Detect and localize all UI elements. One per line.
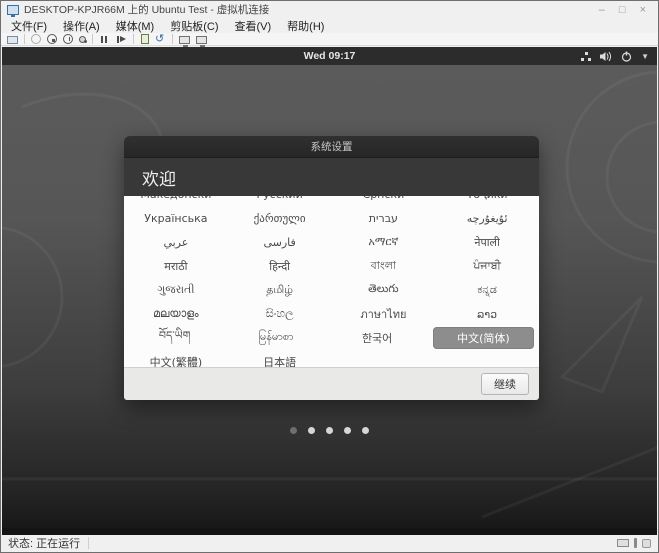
- language-option[interactable]: မြန်မာစာ: [225, 326, 326, 350]
- gnome-top-bar: Wed 09:17 ▼: [2, 47, 657, 65]
- dialog-titlebar[interactable]: 系统设置: [124, 136, 539, 158]
- language-option[interactable]: 中文(繁體): [124, 350, 228, 367]
- revert-icon[interactable]: ↺: [155, 34, 166, 45]
- language-option[interactable]: ئۇيغۇرچە: [435, 206, 539, 230]
- dialog-title: 系统设置: [311, 139, 353, 154]
- language-option[interactable]: བོད་ཡིག: [124, 326, 225, 350]
- minimize-button[interactable]: –: [599, 4, 605, 16]
- language-option[interactable]: [435, 350, 539, 367]
- pager-dot[interactable]: [326, 427, 333, 434]
- language-option[interactable]: Тоҷикӣ: [435, 196, 539, 206]
- network-icon: [581, 52, 591, 61]
- dialog-footer: 继续: [124, 367, 539, 400]
- language-option[interactable]: தமிழ்: [228, 278, 332, 302]
- menu-bar: 文件(F) 操作(A) 媒体(M) 剪贴板(C) 查看(V) 帮助(H): [1, 18, 658, 33]
- toolbar-separator: [92, 34, 93, 44]
- hyperv-vm-window: DESKTOP-KPJR66M 上的 Ubuntu Test - 虚拟机连接 –…: [0, 0, 659, 553]
- page-title: 欢迎: [142, 165, 176, 190]
- start-icon[interactable]: [31, 34, 41, 44]
- share-icon[interactable]: [196, 36, 207, 44]
- pager-dot[interactable]: [290, 427, 297, 434]
- pager-dot[interactable]: [308, 427, 315, 434]
- menu-file[interactable]: 文件(F): [11, 18, 47, 34]
- display-status-icon: [617, 539, 629, 547]
- shut-down-icon[interactable]: [63, 34, 73, 44]
- language-list-viewport[interactable]: Македонски Русский Српски Тоҷикӣ Українс…: [124, 196, 539, 367]
- language-row: Македонски Русский Српски Тоҷикӣ: [124, 196, 539, 206]
- language-row: 中文(繁體) 日本語: [124, 350, 539, 367]
- close-button[interactable]: ×: [640, 4, 646, 16]
- language-option[interactable]: ภาษาไทย: [332, 302, 436, 326]
- menu-clipboard[interactable]: 剪贴板(C): [170, 18, 218, 34]
- usb-status-icon: [634, 538, 637, 548]
- language-option[interactable]: [332, 350, 436, 367]
- menu-media[interactable]: 媒体(M): [116, 18, 155, 34]
- language-option[interactable]: हिन्दी: [228, 254, 332, 278]
- clock[interactable]: Wed 09:17: [304, 50, 356, 62]
- language-row: ગુજરાતી தமிழ் తెలుగు ಕನ್ನಡ: [124, 278, 539, 302]
- menu-help[interactable]: 帮助(H): [287, 18, 324, 34]
- language-row: عربي فارسی አማርኛ नेपाली: [124, 230, 539, 254]
- language-option[interactable]: Српски: [332, 196, 436, 206]
- pager-dot[interactable]: [344, 427, 351, 434]
- language-option[interactable]: አማርኛ: [332, 230, 436, 254]
- ctrl-alt-del-icon[interactable]: [7, 36, 18, 44]
- status-separator: [88, 537, 89, 549]
- window-title: DESKTOP-KPJR66M 上的 Ubuntu Test - 虚拟机连接: [24, 2, 599, 17]
- language-option[interactable]: Українська: [124, 206, 228, 230]
- vm-toolbar: ↺: [1, 33, 658, 46]
- language-option[interactable]: ಕನ್ನಡ: [435, 278, 539, 302]
- language-option[interactable]: فارسی: [228, 230, 332, 254]
- continue-button[interactable]: 继续: [481, 373, 529, 395]
- language-option-selected[interactable]: 中文(简体): [433, 327, 534, 349]
- chevron-down-icon: ▼: [641, 52, 649, 61]
- vmconnect-app-icon: [7, 5, 19, 15]
- system-status-area[interactable]: ▼: [581, 47, 649, 65]
- language-option[interactable]: मराठी: [124, 254, 228, 278]
- power-icon: [621, 51, 632, 62]
- reset-icon[interactable]: [116, 34, 127, 45]
- window-titlebar: DESKTOP-KPJR66M 上的 Ubuntu Test - 虚拟机连接 –…: [1, 1, 658, 18]
- language-option[interactable]: ਪੰਜਾਬੀ: [435, 254, 539, 278]
- maximize-button[interactable]: □: [619, 4, 626, 16]
- save-icon[interactable]: [79, 36, 86, 43]
- toolbar-separator: [24, 34, 25, 44]
- toolbar-separator: [133, 34, 134, 44]
- language-option[interactable]: नेपाली: [435, 230, 539, 254]
- language-option[interactable]: Македонски: [124, 196, 228, 206]
- status-bar: 状态: 正在运行: [2, 535, 657, 551]
- language-option[interactable]: తెలుగు: [332, 278, 436, 302]
- toolbar-separator: [172, 34, 173, 44]
- language-row: मराठी हिन्दी বাংলা ਪੰਜਾਬੀ: [124, 254, 539, 278]
- turn-off-icon[interactable]: [47, 34, 57, 44]
- language-option[interactable]: ગુજરાતી: [124, 278, 228, 302]
- vm-status-text: 状态: 正在运行: [8, 535, 80, 551]
- checkpoint-icon[interactable]: [141, 34, 149, 44]
- language-option[interactable]: ລາວ: [435, 302, 539, 326]
- pager-dot[interactable]: [362, 427, 369, 434]
- menu-view[interactable]: 查看(V): [235, 18, 272, 34]
- menu-action[interactable]: 操作(A): [63, 18, 100, 34]
- page-indicator: [2, 427, 657, 434]
- language-option[interactable]: বাংলা: [332, 254, 436, 278]
- language-option[interactable]: Русский: [228, 196, 332, 206]
- session-status-icon: [642, 539, 651, 548]
- pause-icon[interactable]: [99, 34, 110, 45]
- language-option[interactable]: සිංහල: [228, 302, 332, 326]
- dialog-header: 欢迎: [124, 158, 539, 196]
- vm-display: Wed 09:17 ▼ 系统设置 欢迎 Македонски Русский: [2, 47, 657, 536]
- language-option[interactable]: 日本語: [228, 350, 332, 367]
- initial-setup-dialog: 系统设置 欢迎 Македонски Русский Српски Тоҷикӣ…: [124, 136, 539, 400]
- language-option[interactable]: عربي: [124, 230, 228, 254]
- language-option[interactable]: ქართული: [228, 206, 332, 230]
- language-option[interactable]: עברית: [332, 206, 436, 230]
- volume-icon: [600, 51, 612, 62]
- language-option[interactable]: 한국어: [327, 326, 428, 350]
- language-grid: Македонски Русский Српски Тоҷикӣ Українс…: [124, 196, 539, 367]
- language-row: བོད་ཡིག မြန်မာစာ 한국어 中文(简体): [124, 326, 539, 350]
- language-row: Українська ქართული עברית ئۇيغۇرچە: [124, 206, 539, 230]
- enhanced-session-icon[interactable]: [179, 36, 190, 44]
